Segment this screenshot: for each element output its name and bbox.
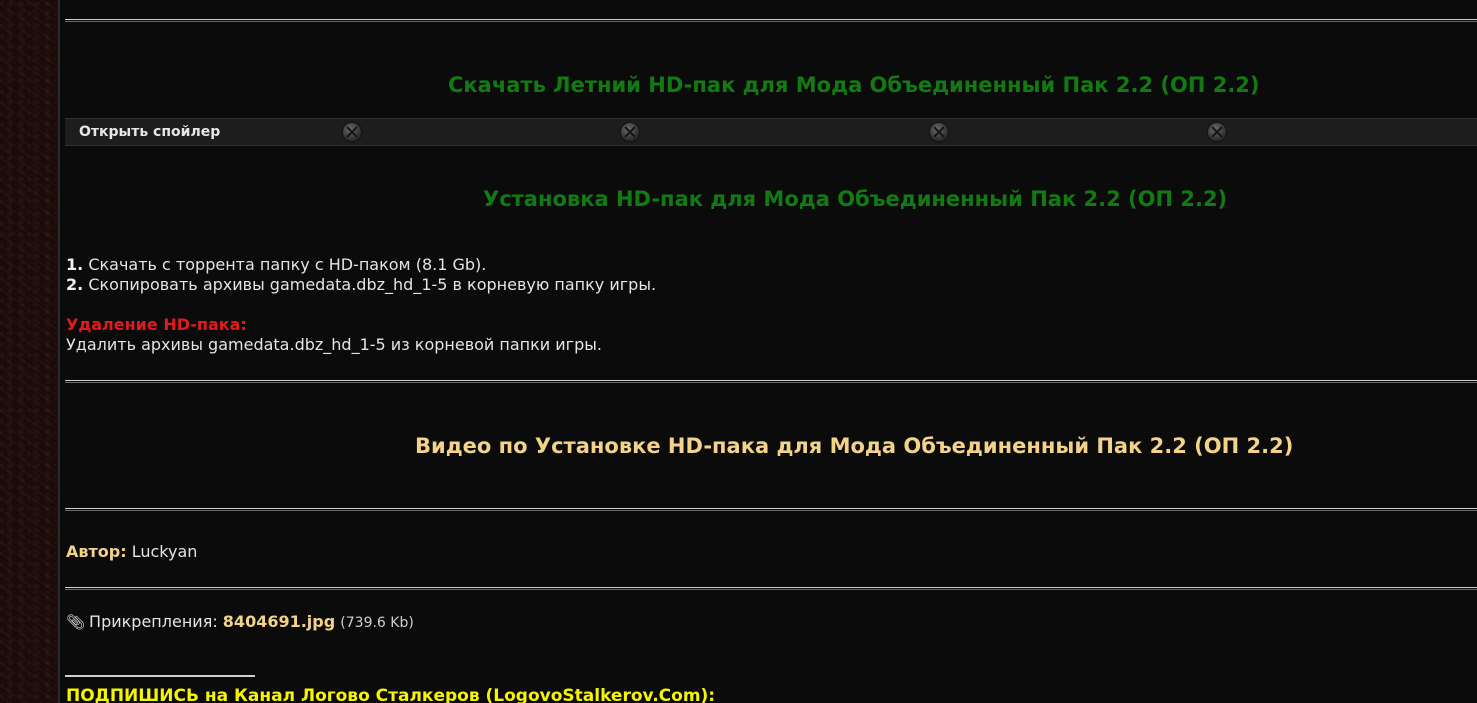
divider-short (65, 675, 255, 677)
divider-author (65, 587, 1477, 590)
attachment-link[interactable]: 8404691.jpg (223, 612, 335, 631)
attachments-line: 📎︎ Прикрепления: 8404691.jpg (739.6 Kb) (66, 612, 414, 631)
close-icon (343, 123, 361, 141)
download-heading: Скачать Летний HD-пак для Мода Объединен… (448, 73, 1260, 97)
divider-video (65, 508, 1477, 511)
close-icon (930, 123, 948, 141)
author-name: Luckyan (131, 542, 198, 561)
install-step-2: 2. Скопировать архивы gamedata.dbz_hd_1-… (66, 275, 656, 294)
step-number: 1. (66, 255, 84, 274)
video-heading: Видео по Установке HD-пака для Мода Объе… (415, 434, 1294, 458)
install-heading: Установка HD-пак для Мода Объединенный П… (483, 187, 1228, 211)
spoiler-toggle[interactable]: Открыть спойлер (65, 118, 1477, 146)
attachments-label: Прикрепления: (89, 612, 218, 631)
removal-title: Удаление HD-пака: (66, 315, 247, 334)
step-text: Скопировать архивы gamedata.dbz_hd_1-5 в… (88, 275, 657, 294)
divider-top (65, 19, 1477, 22)
author-line: Автор: Luckyan (66, 542, 197, 561)
removal-text: Удалить архивы gamedata.dbz_hd_1-5 из ко… (66, 335, 602, 354)
spoiler-label: Открыть спойлер (79, 124, 221, 140)
install-step-1: 1. Скачать с торрента папку с HD-паком (… (66, 255, 486, 274)
divider-mid (65, 380, 1477, 383)
author-label: Автор: (66, 542, 127, 561)
step-text: Скачать с торрента папку с HD-паком (8.1… (88, 255, 487, 274)
leather-sidebar-texture (0, 0, 58, 703)
attachment-size: (739.6 Kb) (340, 615, 414, 631)
close-icon (621, 123, 639, 141)
step-number: 2. (66, 275, 84, 294)
post-content: Скачать Летний HD-пак для Мода Объединен… (60, 0, 1477, 703)
close-icon (1208, 123, 1226, 141)
paperclip-icon: 📎︎ (66, 613, 86, 631)
subscribe-link[interactable]: ПОДПИШИСЬ на Канал Логово Сталкеров (Log… (66, 686, 715, 703)
page: Скачать Летний HD-пак для Мода Объединен… (0, 0, 1477, 703)
